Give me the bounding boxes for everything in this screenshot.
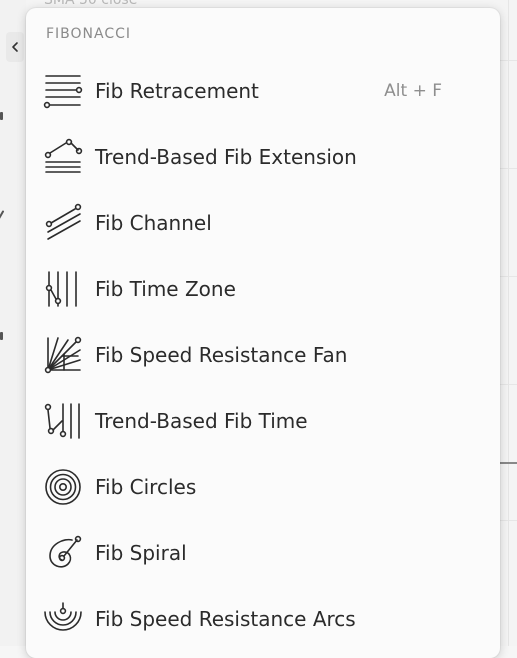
shortcut-label: Alt + F	[384, 81, 442, 101]
menu-item-label: Fib Spiral	[95, 541, 187, 565]
menu-item-fib-spiral[interactable]: Fib Spiral	[26, 520, 500, 586]
menu-item-label: Fib Speed Resistance Fan	[95, 343, 348, 367]
menu-item-label: Trend-Based Fib Time	[95, 409, 308, 433]
chevron-left-icon	[12, 42, 18, 52]
trend-based-fib-time-icon	[40, 398, 86, 444]
indicator-label: SMA 50 close	[44, 0, 138, 8]
collapse-button[interactable]	[6, 32, 24, 62]
menu-item-fib-channel[interactable]: Fib Channel	[26, 190, 500, 256]
section-title: FIBONACCI	[46, 26, 132, 42]
grid-line	[508, 0, 509, 646]
menu-item-label: Fib Speed Resistance Arcs	[95, 607, 356, 631]
fib-spiral-icon	[40, 530, 86, 576]
price-marker	[500, 462, 517, 464]
menu-items: Fib Retracement Alt + F Trend-Based Fib …	[26, 58, 500, 652]
left-toolbar	[0, 0, 26, 646]
fibonacci-menu-panel: FIBONACCI Fib Retracement Alt + F Trend-…	[26, 8, 500, 658]
fib-speed-resistance-fan-icon	[40, 332, 86, 378]
fib-channel-icon	[40, 200, 86, 246]
trend-based-fib-extension-icon	[40, 134, 86, 180]
menu-item-label: Trend-Based Fib Extension	[95, 145, 357, 169]
toolbar-mark	[0, 332, 3, 340]
menu-item-label: Fib Retracement	[95, 79, 259, 103]
fib-circles-icon	[40, 464, 86, 510]
menu-item-trend-based-fib-extension[interactable]: Trend-Based Fib Extension	[26, 124, 500, 190]
menu-item-label: Fib Circles	[95, 475, 197, 499]
menu-item-label: Fib Channel	[95, 211, 212, 235]
toolbar-mark	[0, 210, 5, 220]
fib-time-zone-icon	[40, 266, 86, 312]
menu-item-fib-speed-resistance-arcs[interactable]: Fib Speed Resistance Arcs	[26, 586, 500, 652]
toolbar-mark	[0, 112, 3, 120]
menu-item-label: Fib Time Zone	[95, 277, 236, 301]
menu-item-fib-circles[interactable]: Fib Circles	[26, 454, 500, 520]
menu-item-trend-based-fib-time[interactable]: Trend-Based Fib Time	[26, 388, 500, 454]
fib-retracement-icon	[40, 68, 86, 114]
menu-item-fib-retracement[interactable]: Fib Retracement Alt + F	[26, 58, 500, 124]
menu-item-fib-speed-resistance-fan[interactable]: Fib Speed Resistance Fan	[26, 322, 500, 388]
menu-item-fib-time-zone[interactable]: Fib Time Zone	[26, 256, 500, 322]
fib-speed-resistance-arcs-icon	[40, 596, 86, 642]
